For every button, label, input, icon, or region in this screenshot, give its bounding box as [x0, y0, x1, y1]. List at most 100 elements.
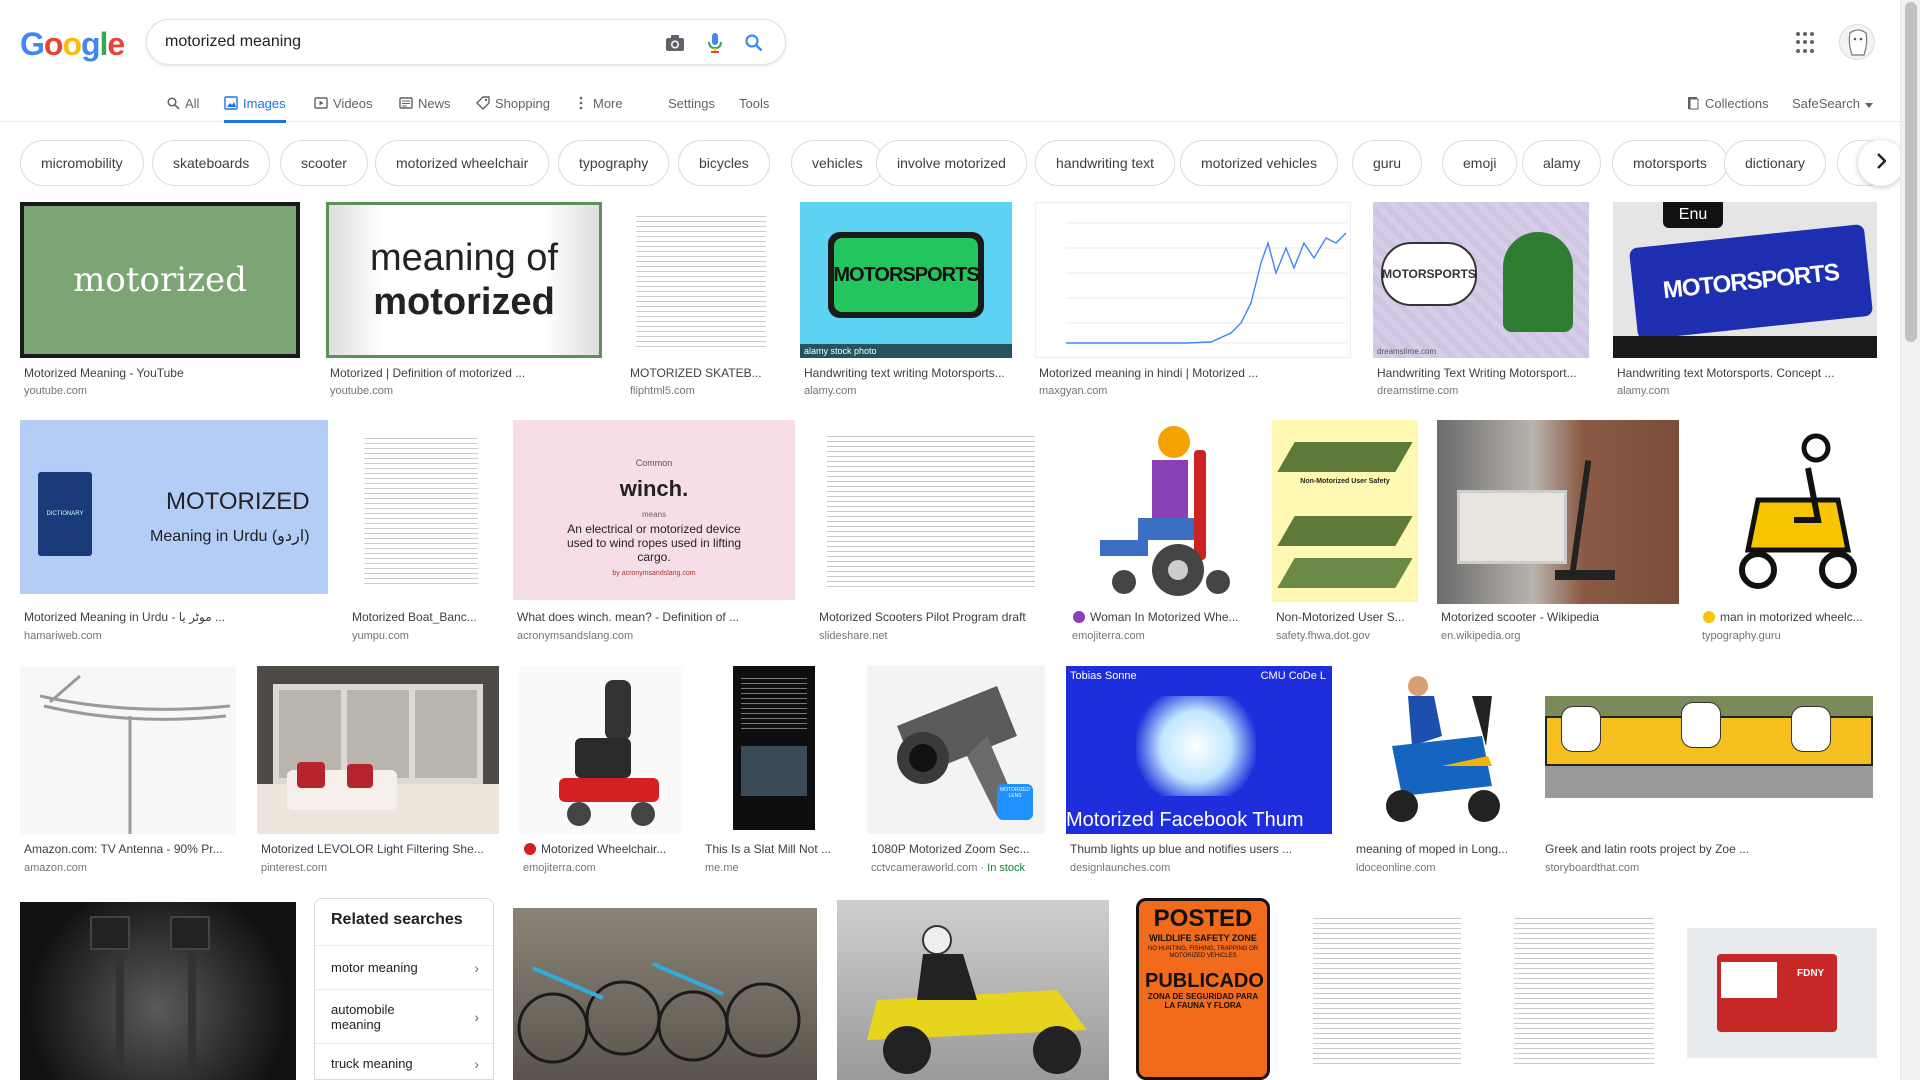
chip[interactable]: emoji [1442, 140, 1518, 186]
image-result[interactable]: Greek and latin roots project by Zoe ...… [1541, 666, 1877, 886]
watermark: dreamstime.com [1377, 347, 1437, 356]
safesearch-label: SafeSearch [1792, 95, 1860, 111]
result-thumbnail: MOTORSPORTS alamy stock photo [800, 202, 1012, 358]
image-result[interactable]: Tobias Sonne CMU CoDe L Motorized Facebo… [1066, 666, 1334, 886]
image-result[interactable]: DICTIONARY MOTORIZED Meaning in Urdu (ار… [20, 420, 330, 650]
chip[interactable]: motorized wheelchair [375, 140, 550, 186]
image-result[interactable]: Motorized LEVOLOR Light Filtering She...… [257, 666, 501, 886]
chevron-right-icon: › [474, 959, 479, 976]
image-result[interactable]: Motorized Boat_Banc... yumpu.com [348, 420, 494, 650]
logo-letter: l [99, 26, 109, 62]
chip[interactable]: handwriting text [1035, 140, 1176, 186]
search-icon[interactable] [743, 32, 765, 54]
result-source: acronymsandslang.com [517, 630, 634, 642]
thumb-text: MOTORSPORTS [1628, 223, 1874, 341]
related-search-item[interactable]: motor meaning › [315, 945, 493, 989]
thumb-text: meaning of [369, 237, 558, 279]
search-input[interactable] [165, 30, 615, 54]
result-thumbnail [1698, 420, 1878, 602]
result-thumbnail [348, 420, 494, 602]
image-result[interactable]: motorized Motorized Meaning - YouTube yo… [20, 202, 304, 402]
chips-next-button[interactable] [1858, 140, 1904, 186]
thumb-text: Non-Motorized User Safety [1300, 478, 1390, 485]
scrollbar-thumb[interactable] [1905, 2, 1917, 342]
chip[interactable]: alamy [1522, 140, 1602, 186]
related-search-item[interactable]: truck meaning › [315, 1043, 493, 1080]
result-caption: What does winch. mean? - Definition of .… [517, 610, 740, 624]
chip[interactable]: skateboards [152, 140, 271, 186]
tab-images[interactable]: Images [224, 84, 286, 123]
chip[interactable]: bicycles [678, 140, 770, 186]
settings-link[interactable]: Settings [668, 84, 715, 122]
image-result[interactable] [20, 902, 296, 1080]
related-search-label: truck meaning [331, 1056, 413, 1071]
image-result[interactable]: Motorized meaning in hindi | Motorized .… [1035, 202, 1353, 402]
tab-shopping[interactable]: Shopping [476, 84, 550, 122]
tab-all[interactable]: All [166, 84, 199, 122]
chip[interactable]: dictionary [1724, 140, 1826, 186]
result-source: yumpu.com [352, 630, 409, 642]
image-result[interactable]: Woman In Motorized Whe... emojiterra.com [1068, 420, 1252, 650]
chip[interactable]: motorsports [1612, 140, 1728, 186]
microphone-icon[interactable] [704, 32, 726, 54]
tab-news[interactable]: News [399, 84, 451, 122]
image-result[interactable]: FDNY [1687, 928, 1877, 1058]
thumb-text: An electrical or motorized device used t… [566, 522, 742, 564]
thumb-text: Common [635, 458, 673, 468]
image-result[interactable]: Amazon.com: TV Antenna - 90% Pr... amazo… [20, 666, 240, 886]
result-thumbnail: DICTIONARY MOTORIZED Meaning in Urdu (ار… [20, 420, 328, 594]
tools-link[interactable]: Tools [739, 84, 769, 122]
tab-label: All [185, 95, 200, 111]
page-scrollbar[interactable] [1900, 0, 1920, 1080]
image-result[interactable]: Non-Motorized User Safety Non-Motorized … [1272, 420, 1418, 650]
tab-videos[interactable]: Videos [314, 84, 373, 122]
image-result[interactable]: Enu MOTORSPORTS Handwriting text Motorsp… [1613, 202, 1877, 402]
avatar[interactable] [1839, 24, 1875, 60]
related-searches-title: Related searches [331, 911, 463, 928]
chip[interactable]: typography [558, 140, 670, 186]
image-result[interactable] [1500, 898, 1668, 1080]
result-caption: Greek and latin roots project by Zoe ... [1545, 842, 1750, 856]
trend-chart-thumbnail [1066, 222, 1347, 344]
image-result[interactable]: Motorized Scooters Pilot Program draft s… [815, 420, 1047, 650]
tab-label: Videos [333, 95, 373, 111]
image-result[interactable] [513, 908, 817, 1080]
image-result[interactable] [837, 900, 1109, 1080]
play-icon [314, 96, 328, 110]
image-result[interactable]: man in motorized wheelc... typography.gu… [1698, 420, 1878, 650]
image-result[interactable]: MOTORSPORTS alamy stock photo Handwritin… [800, 202, 1014, 402]
image-result[interactable]: MOTORSPORTS dreamstime.com Handwriting T… [1373, 202, 1591, 402]
safesearch-menu[interactable]: SafeSearch [1792, 84, 1873, 122]
camera-icon[interactable] [664, 32, 686, 54]
tab-more[interactable]: More [574, 84, 623, 122]
google-logo[interactable]: Google [20, 26, 125, 63]
image-result[interactable]: POSTED WILDLIFE SAFETY ZONE NO HUNTING, … [1136, 898, 1270, 1080]
image-result[interactable]: MOTORIZED SKATEB... fliphtml5.com [626, 202, 778, 402]
image-result[interactable]: meaning of motorized Motorized | Definit… [326, 202, 606, 402]
chip[interactable]: motorized vehicles [1180, 140, 1338, 186]
chip[interactable]: scooter [280, 140, 368, 186]
result-source: typography.guru [1702, 630, 1781, 642]
image-result[interactable]: This Is a Slat Mill Not ... me.me [701, 666, 847, 886]
thumb-text: Meaning in Urdu (اردو) [150, 528, 310, 545]
result-thumbnail [513, 908, 817, 1080]
image-result[interactable]: Common winch. means An electrical or mot… [513, 420, 795, 650]
image-result[interactable] [1293, 898, 1481, 1080]
related-search-item[interactable]: automobile meaning › [315, 989, 493, 1043]
image-result[interactable]: meaning of moped in Long... ldoceonline.… [1352, 666, 1522, 886]
result-thumbnail: MOTORIZED LENS [867, 666, 1045, 834]
chip[interactable]: vehicles [791, 140, 884, 186]
chip[interactable]: guru [1352, 140, 1423, 186]
result-thumbnail [1035, 202, 1351, 358]
image-result[interactable]: Motorized scooter - Wikipedia en.wikiped… [1437, 420, 1679, 650]
image-result[interactable]: MOTORIZED LENS 1080P Motorized Zoom Sec.… [867, 666, 1047, 886]
result-caption: Thumb lights up blue and notifies users … [1070, 842, 1293, 856]
chip[interactable]: micromobility [20, 140, 144, 186]
image-result[interactable]: Motorized Wheelchair... emojiterra.com [519, 666, 683, 886]
result-thumbnail: Tobias Sonne CMU CoDe L Motorized Facebo… [1066, 666, 1332, 834]
chip[interactable]: involve motorized [876, 140, 1027, 186]
collections-link[interactable]: Collections [1686, 84, 1769, 122]
apps-grid-icon[interactable] [1796, 32, 1818, 54]
tab-label: Images [243, 95, 286, 111]
result-caption: Motorized Scooters Pilot Program draft [819, 610, 1026, 624]
